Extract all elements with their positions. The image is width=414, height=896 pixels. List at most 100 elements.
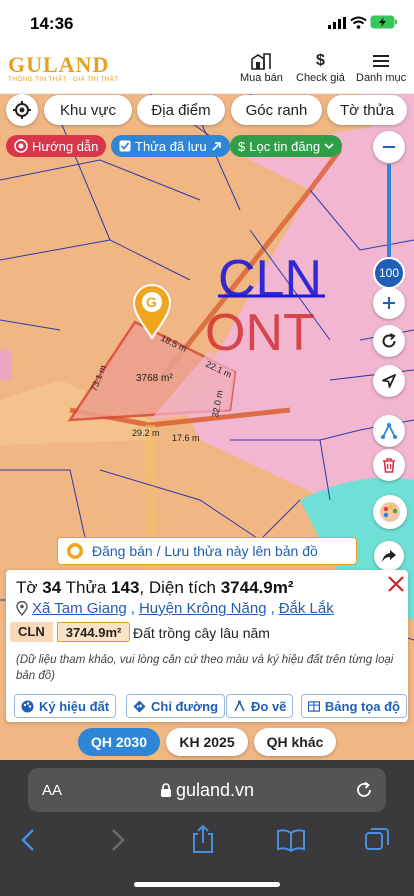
map-style-button[interactable] xyxy=(373,495,407,529)
plot-area: 3744.9m² xyxy=(220,578,294,597)
palette-icon xyxy=(380,502,400,522)
lock-icon xyxy=(161,783,171,797)
chevron-down-icon xyxy=(324,143,334,150)
directions-button[interactable]: Chỉ đường xyxy=(126,694,226,718)
refresh-button[interactable] xyxy=(373,325,405,357)
battery-charging-icon xyxy=(370,15,397,29)
parcel-area-label: 3768 m² xyxy=(136,373,173,384)
zone-label-cln: CLN xyxy=(218,250,322,308)
directions-label: Chỉ đường xyxy=(151,698,219,714)
check-price-button[interactable]: $ Check giá xyxy=(296,52,345,84)
close-icon xyxy=(388,576,404,592)
zoom-slider-track[interactable] xyxy=(387,164,391,262)
reload-icon[interactable] xyxy=(354,780,374,800)
plus-icon xyxy=(383,297,395,309)
directions-icon xyxy=(133,700,146,712)
coordinate-table-label: Bảng tọa độ xyxy=(324,698,400,714)
district-link[interactable]: Huyện Krông Năng xyxy=(139,600,267,617)
land-use-tag: CLN 3744.9m² xyxy=(10,622,131,642)
land-type: Đất trồng cây lâu năm xyxy=(133,625,270,641)
filter-area-chip[interactable]: Khu vực xyxy=(44,95,132,125)
edge-label: 17.6 m xyxy=(172,433,200,443)
map-marker-icon xyxy=(16,601,28,616)
menu-label: Danh mục xyxy=(356,72,407,84)
filter-location-chip[interactable]: Địa điểm xyxy=(137,95,225,125)
post-listing-banner[interactable]: Đăng bán / Lưu thửa này lên bản đồ xyxy=(57,537,357,565)
tab-plan-2030[interactable]: QH 2030 xyxy=(78,728,160,756)
navigation-arrow-icon xyxy=(382,374,396,388)
forward-icon[interactable] xyxy=(110,828,126,852)
logo-tagline: THÔNG TIN THẬT · GIÁ TRỊ THẬT xyxy=(8,76,119,83)
delete-button[interactable] xyxy=(373,449,405,481)
zone-label-ont: ONT xyxy=(205,304,315,362)
status-bar: 14:36 xyxy=(0,0,414,44)
measure-button[interactable]: Đo vẽ xyxy=(226,694,294,718)
checkbox-icon xyxy=(119,140,131,152)
land-area: 3744.9m² xyxy=(56,622,131,642)
buy-sell-button[interactable]: Mua bán xyxy=(240,52,283,84)
province-link[interactable]: Đắk Lắk xyxy=(279,600,334,617)
navigation-button[interactable] xyxy=(373,365,405,397)
measure-label: Đo vẽ xyxy=(251,698,287,714)
zoom-in-button[interactable] xyxy=(373,287,405,319)
land-code: CLN xyxy=(10,622,53,642)
status-time: 14:36 xyxy=(30,14,74,33)
trash-icon xyxy=(383,458,395,473)
filter-listings-label: Lọc tin đăng xyxy=(249,138,321,154)
measure-icon xyxy=(234,699,245,711)
guide-label: Hướng dẫn xyxy=(32,138,99,154)
external-arrow-icon xyxy=(212,141,221,151)
home-indicator xyxy=(134,882,280,887)
crosshair-icon xyxy=(13,101,31,119)
back-icon[interactable] xyxy=(20,828,36,852)
dollar-icon: $ xyxy=(316,52,325,69)
hamburger-icon xyxy=(373,55,390,67)
app-header: GULAND THÔNG TIN THẬT · GIÁ TRỊ THẬT Mua… xyxy=(0,44,414,94)
measure-draw-button[interactable] xyxy=(373,415,405,447)
dollar-icon: $ xyxy=(238,138,246,154)
coordinate-table-button[interactable]: Bảng tọa độ xyxy=(301,694,407,718)
signal-icon xyxy=(328,17,346,29)
tabs-icon[interactable] xyxy=(364,826,390,852)
buy-sell-label: Mua bán xyxy=(240,72,283,84)
guide-pill[interactable]: Hướng dẫn xyxy=(6,135,107,157)
plot-number: 143 xyxy=(111,578,140,597)
filter-listings-pill[interactable]: $ Lọc tin đăng xyxy=(230,135,343,157)
minus-icon xyxy=(383,146,395,148)
browser-toolbar: AA guland.vn xyxy=(0,760,414,896)
draw-tool-icon xyxy=(381,422,397,439)
target-icon xyxy=(14,139,28,153)
palette-icon xyxy=(21,700,34,712)
menu-button[interactable]: Danh mục xyxy=(356,52,406,84)
saved-plots-pill[interactable]: Thửa đã lưu xyxy=(111,135,230,157)
land-symbol-label: Ký hiệu đất xyxy=(39,698,110,714)
filter-corner-chip[interactable]: Góc ranh xyxy=(231,95,322,125)
table-icon xyxy=(308,700,320,712)
svg-text:G: G xyxy=(146,294,157,310)
locate-me-button[interactable] xyxy=(6,94,38,126)
edge-label: 29.2 m xyxy=(132,428,160,438)
tab-plan-2025[interactable]: KH 2025 xyxy=(166,728,248,756)
url-text[interactable]: guland.vn xyxy=(176,780,254,801)
land-symbol-button[interactable]: Ký hiệu đất xyxy=(14,694,117,718)
sheet-number: 34 xyxy=(42,578,62,597)
address-bar[interactable]: AA guland.vn xyxy=(28,768,386,812)
filter-plot-chip[interactable]: Tờ thửa xyxy=(327,95,407,125)
plot-title: Tờ 34 Thửa 143, Diện tích 3744.9m² xyxy=(16,578,294,597)
guland-logo[interactable]: GULAND THÔNG TIN THẬT · GIÁ TRỊ THẬT xyxy=(8,52,119,83)
text-size-button[interactable]: AA xyxy=(42,782,62,799)
tab-plan-other[interactable]: QH khác xyxy=(254,728,336,756)
commune-link[interactable]: Xã Tam Giang xyxy=(32,600,127,617)
wifi-icon xyxy=(350,16,367,29)
zoom-level-handle[interactable]: 100 xyxy=(373,257,405,289)
close-button[interactable] xyxy=(386,574,406,594)
share-arrow-icon xyxy=(382,550,396,562)
bookmarks-icon[interactable] xyxy=(276,828,306,852)
logo-text: GULAND xyxy=(8,52,110,77)
share-icon[interactable] xyxy=(190,824,216,854)
refresh-icon xyxy=(382,333,396,348)
share-button[interactable] xyxy=(374,541,404,571)
disclaimer-note: (Dữ liệu tham khảo, vui lòng căn cứ theo… xyxy=(16,654,394,682)
post-listing-label: Đăng bán / Lưu thửa này lên bản đồ xyxy=(92,543,318,559)
zoom-out-button[interactable] xyxy=(373,131,405,163)
